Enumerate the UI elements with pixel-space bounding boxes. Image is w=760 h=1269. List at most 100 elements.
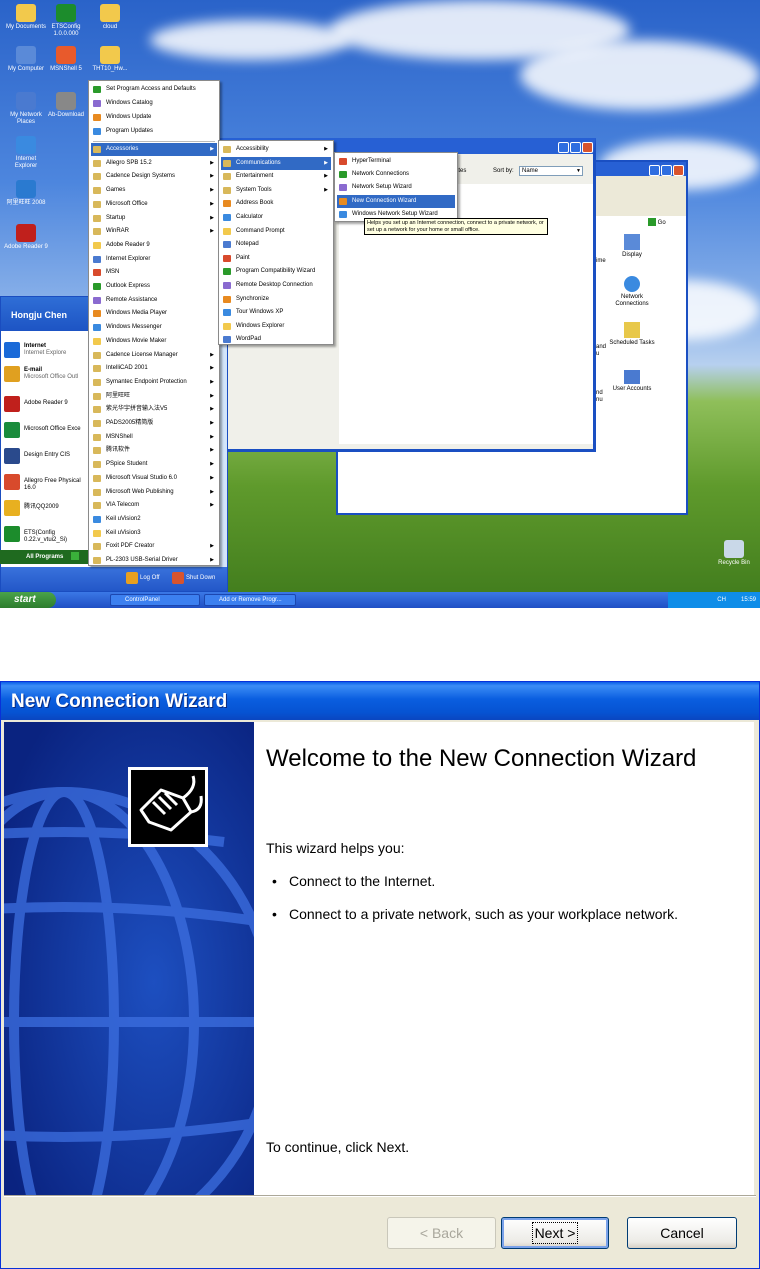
next-button[interactable]: Next >: [501, 1217, 609, 1249]
cp-item-scheduled-tasks[interactable]: Scheduled Tasks: [608, 322, 656, 347]
accessories-menu-item[interactable]: Command Prompt: [221, 225, 331, 238]
communications-menu-item[interactable]: HyperTerminal: [337, 155, 455, 168]
desktop-icon[interactable]: Ab-Download: [44, 92, 88, 119]
programs-menu-item[interactable]: Keil uVision3: [91, 527, 217, 540]
programs-menu-item[interactable]: Microsoft Web Publishing ▶: [91, 486, 217, 499]
go-label: Go: [657, 220, 666, 226]
programs-menu-item[interactable]: Outlook Express: [91, 280, 217, 293]
programs-menu-item[interactable]: Foxit PDF Creator ▶: [91, 540, 217, 553]
accessories-menu-item[interactable]: WordPad: [221, 333, 331, 346]
folder-icon: [93, 378, 101, 386]
programs-menu-item[interactable]: Microsoft Office ▶: [91, 198, 217, 211]
accessories-menu-item[interactable]: Windows Explorer: [221, 320, 331, 333]
desktop-icon[interactable]: ETSConfig 1.0.0.000: [44, 4, 88, 38]
accessories-menu-item[interactable]: Synchronize: [221, 293, 331, 306]
control-panel-window-buttons[interactable]: [648, 163, 684, 176]
programs-menu-item[interactable]: Allegro SPB 15.2 ▶: [91, 157, 217, 170]
scheduled-tasks-icon: [624, 322, 640, 338]
desktop-icon[interactable]: THT10_Hw...: [88, 46, 132, 73]
program-icon: [93, 128, 101, 135]
programs-menu-item[interactable]: MSNShell ▶: [91, 431, 217, 444]
programs-menu-item[interactable]: Keil uVision2: [91, 513, 217, 526]
recent-item-icon: [4, 474, 20, 490]
programs-menu-item[interactable]: Cadence Design Systems ▶: [91, 170, 217, 183]
start-button[interactable]: start: [0, 592, 56, 608]
programs-menu-item[interactable]: Windows Catalog: [91, 97, 217, 110]
programs-menu-item[interactable]: Windows Media Player: [91, 307, 217, 320]
desktop-icon[interactable]: My Documents: [4, 4, 48, 31]
programs-menu-item[interactable]: PSpice Student ▶: [91, 458, 217, 471]
programs-menu-item[interactable]: 紫光华宇拼音输入法V5 ▶: [91, 403, 217, 416]
accessories-menu-item[interactable]: Notepad: [221, 238, 331, 251]
programs-menu-item[interactable]: Windows Update: [91, 111, 217, 124]
programs-menu-item[interactable]: PL-2303 USB-Serial Driver ▶: [91, 554, 217, 567]
log-off-button[interactable]: Log Off: [126, 572, 160, 584]
desktop-icon[interactable]: cloud: [88, 4, 132, 31]
programs-menu-item[interactable]: Internet Explorer: [91, 253, 217, 266]
desktop-icon-label: Adobe Reader 9: [4, 244, 48, 250]
programs-menu-item[interactable]: Windows Messenger: [91, 321, 217, 334]
recent-item-label: Microsoft Office Exce: [24, 426, 81, 432]
accessories-menu-item[interactable]: Paint: [221, 252, 331, 265]
cp-item-user-accounts[interactable]: User Accounts: [604, 370, 660, 392]
back-button[interactable]: < Back: [387, 1217, 496, 1249]
programs-menu-item[interactable]: IntelliCAD 2001 ▶: [91, 362, 217, 375]
communications-menu-item[interactable]: Network Connections: [337, 168, 455, 181]
accessories-menu-item[interactable]: Tour Windows XP: [221, 306, 331, 319]
programs-menu-item[interactable]: Games ▶: [91, 184, 217, 197]
taskbar-button-control-panel[interactable]: ControlPanel: [110, 594, 200, 606]
desktop-icon[interactable]: My Network Places: [4, 92, 48, 126]
folder-icon: [93, 557, 101, 564]
programs-menu-item[interactable]: Startup ▶: [91, 212, 217, 225]
programs-menu-item[interactable]: Cadence License Manager ▶: [91, 349, 217, 362]
accessories-menu-item[interactable]: Communications ▶: [221, 156, 331, 170]
programs-menu-item[interactable]: WinRAR ▶: [91, 225, 217, 238]
accessories-menu-item[interactable]: Calculator: [221, 211, 331, 224]
accessories-menu-item[interactable]: Remote Desktop Connection: [221, 279, 331, 292]
programs-menu-item[interactable]: 阿里旺旺 ▶: [91, 390, 217, 403]
programs-menu-item[interactable]: Remote Assistance: [91, 294, 217, 307]
programs-menu-item[interactable]: Adobe Reader 9: [91, 239, 217, 252]
programs-menu-item[interactable]: Windows Movie Maker: [91, 335, 217, 348]
sort-by-select[interactable]: Name ▼: [519, 166, 583, 176]
recycle-bin-icon[interactable]: Recycle Bin: [706, 540, 760, 567]
programs-menu-item[interactable]: MSN: [91, 266, 217, 279]
programs-menu-item[interactable]: Accessories ▶: [91, 143, 217, 156]
programs-menu-item[interactable]: Set Program Access and Defaults: [91, 83, 217, 96]
cp-item-network-connections[interactable]: Network Connections: [606, 276, 658, 308]
programs-menu-item[interactable]: Program Updates: [91, 125, 217, 138]
programs-menu-item[interactable]: Symantec Endpoint Protection ▶: [91, 376, 217, 389]
all-programs-button[interactable]: All Programs: [0, 550, 90, 564]
accessories-menu-item[interactable]: Program Compatibility Wizard: [221, 265, 331, 278]
accessories-menu-item[interactable]: Entertainment ▶: [221, 170, 331, 183]
chevron-right-icon: ▶: [210, 351, 214, 358]
folder-icon: [93, 173, 101, 181]
chevron-right-icon: ▶: [210, 433, 214, 440]
communications-menu-item[interactable]: Network Setup Wizard: [337, 181, 455, 194]
accessories-menu-item[interactable]: Address Book: [221, 197, 331, 210]
program-icon: [223, 227, 231, 235]
add-remove-window-buttons[interactable]: [557, 140, 593, 153]
desktop-icon[interactable]: 阿里旺旺 2008: [4, 180, 48, 207]
accessories-menu-item[interactable]: Accessibility ▶: [221, 143, 331, 156]
programs-menu-item[interactable]: VIA Telecom ▶: [91, 499, 217, 512]
wizard-side-banner: [4, 722, 254, 1195]
desktop-icon[interactable]: Adobe Reader 9: [4, 224, 48, 251]
taskbar-button-add-remove[interactable]: Add or Remove Progr...: [204, 594, 296, 606]
folder-icon: [93, 187, 101, 195]
shut-down-button[interactable]: Shut Down: [172, 572, 215, 584]
desktop-icon[interactable]: Internet Explorer: [4, 136, 48, 170]
program-icon: [223, 241, 231, 249]
cp-item-display[interactable]: Display: [610, 234, 654, 258]
cancel-button[interactable]: Cancel: [627, 1217, 737, 1249]
programs-menu-item[interactable]: PADS2005精简版 ▶: [91, 417, 217, 430]
go-button[interactable]: Go: [648, 218, 684, 228]
accessories-menu-item[interactable]: System Tools ▶: [221, 184, 331, 197]
chevron-right-icon: ▶: [210, 173, 214, 180]
desktop-icon[interactable]: MSNShell 5: [44, 46, 88, 73]
programs-menu-item[interactable]: Microsoft Visual Studio 6.0 ▶: [91, 472, 217, 485]
desktop-icon[interactable]: My Computer: [4, 46, 48, 73]
programs-menu-item[interactable]: 腾讯软件 ▶: [91, 444, 217, 457]
communications-menu-item[interactable]: New Connection Wizard: [337, 194, 455, 208]
language-indicator[interactable]: CH: [717, 597, 726, 603]
